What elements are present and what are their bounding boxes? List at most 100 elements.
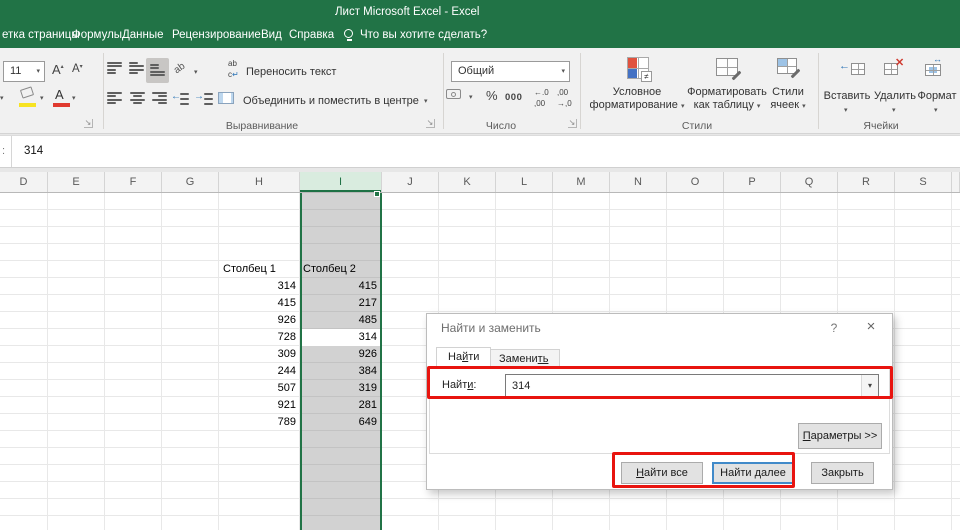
font-color-dropdown[interactable]: ▾ [72,94,76,102]
ribbon-tab-3[interactable]: Данные [122,22,164,48]
percent-style-button[interactable]: % [486,88,498,103]
cell-col1-value[interactable]: 728 [219,329,296,346]
cell-col2-value[interactable]: 384 [302,363,377,380]
column-header-O[interactable]: O [667,172,724,192]
find-what-label: Найти: [442,379,476,391]
tell-me-box[interactable]: Что вы хотите сделать? [360,22,487,48]
insert-button[interactable]: Вставить [824,90,871,103]
tab-replace[interactable]: Заменить [487,349,560,368]
alignment-dialog-launcher[interactable]: ↘ [426,119,435,128]
find-next-button[interactable]: Найти далее [712,462,794,484]
ribbon-tab-6[interactable]: Справка [289,22,334,48]
align-top-button[interactable] [107,62,123,74]
orientation-dropdown[interactable]: ▾ [194,68,198,76]
column-header-M[interactable]: M [553,172,610,192]
number-format-combobox[interactable]: Общий ▾ [451,61,570,82]
column-header-S[interactable]: S [895,172,952,192]
fill-color-dropdown[interactable]: ▾ [40,94,44,102]
formula-bar-value[interactable]: 314 [24,136,43,167]
column-header-P[interactable]: P [724,172,781,192]
number-dialog-launcher[interactable]: ↘ [568,119,577,128]
increase-indent-button[interactable]: → [194,90,204,102]
align-bottom-button[interactable] [150,64,166,76]
format-dropdown[interactable]: ▾ [934,106,938,114]
ribbon-tab-1[interactable]: етка страницы [2,22,80,48]
cell-col1-value[interactable]: 926 [219,312,296,329]
column-header-H[interactable]: H [219,172,300,192]
find-all-button[interactable]: Найти все [621,462,703,484]
conditional-formatting-button[interactable]: Условное форматирование ▾ [590,86,685,113]
format-as-table-button[interactable]: Форматировать как таблицу ▾ [687,86,767,113]
ribbon-tab-4[interactable]: Рецензирование [172,22,261,48]
cells-group-label: Ячейки [863,120,898,132]
comma-style-button[interactable]: 000 [505,92,522,103]
options-button[interactable]: Параметры >> [798,423,882,449]
increase-decimal-button[interactable]: ←.0 ,00 [534,89,549,109]
align-left-button[interactable] [107,92,123,104]
help-icon[interactable]: ? [827,321,841,335]
ribbon-tab-5[interactable]: Вид [261,22,282,48]
column-header-G[interactable]: G [162,172,219,192]
insert-dropdown[interactable]: ▾ [844,106,848,114]
cell-col1-value[interactable]: 415 [219,295,296,312]
align-middle-button[interactable] [129,62,145,74]
align-center-button[interactable] [129,92,145,104]
cell-col2-value[interactable]: 926 [302,346,377,363]
column-header-J[interactable]: J [382,172,439,192]
close-icon[interactable]: × [863,318,879,335]
font-size-combobox[interactable]: 11 ▾ [3,61,45,82]
column-header-N[interactable]: N [610,172,667,192]
selection-handle[interactable] [374,191,380,197]
cell-col1-value[interactable]: 309 [219,346,296,363]
format-button[interactable]: Формат [917,90,956,103]
cell-col1-value[interactable]: 244 [219,363,296,380]
delete-dropdown[interactable]: ▾ [892,106,896,114]
chevron-down-icon: ▾ [36,63,40,80]
cell-col2-header[interactable]: Столбец 2 [303,261,377,278]
cell-col2-value[interactable]: 415 [302,278,377,295]
delete-button[interactable]: Удалить [874,90,916,103]
font-color-swatch[interactable] [53,103,70,107]
accounting-format-icon[interactable] [446,89,461,99]
cell-col1-header[interactable]: Столбец 1 [223,261,297,278]
accounting-format-dropdown[interactable]: ▾ [469,93,473,101]
font-color-icon[interactable]: A [55,87,64,102]
fill-color-swatch[interactable] [19,103,36,107]
column-header-K[interactable]: K [439,172,496,192]
column-header-R[interactable]: R [838,172,895,192]
cell-styles-button[interactable]: Стили ячеек ▾ [770,86,805,113]
close-button[interactable]: Закрыть [811,462,874,484]
merge-center-dropdown[interactable]: ▾ [424,97,428,105]
font-dialog-launcher[interactable]: ↘ [84,119,93,128]
cell-col1-value[interactable]: 314 [219,278,296,295]
fill-color-icon[interactable] [20,86,34,98]
grow-font-button[interactable]: A▴ [52,62,64,77]
orientation-button[interactable]: ab [172,61,187,76]
column-header-E[interactable]: E [48,172,105,192]
ribbon-tab-2[interactable]: Формулы [72,22,122,48]
shrink-font-button[interactable]: A▾ [72,63,83,75]
tab-find[interactable]: Найти [436,347,491,368]
gridline [894,193,895,530]
merge-center-button[interactable]: Объединить и поместить в центре [243,95,419,107]
wrap-text-button[interactable]: Переносить текст [246,66,336,78]
cell-col2-value[interactable]: 281 [302,397,377,414]
cell-col1-value[interactable]: 507 [219,380,296,397]
column-header-Q[interactable]: Q [781,172,838,192]
cell-col1-value[interactable]: 789 [219,414,296,431]
find-what-combobox[interactable]: 314 ▾ [505,374,879,398]
cell-col2-value[interactable]: 485 [302,312,377,329]
column-header-I[interactable]: I [300,172,382,192]
cell-col2-value[interactable]: 649 [302,414,377,431]
column-header-F[interactable]: F [105,172,162,192]
column-header-partial[interactable] [952,172,960,192]
cell-col2-value[interactable]: 319 [302,380,377,397]
column-header-D[interactable]: D [0,172,48,192]
column-header-L[interactable]: L [496,172,553,192]
combobox-dropdown-button[interactable]: ▾ [861,375,878,397]
cell-col1-value[interactable]: 921 [219,397,296,414]
cell-col2-value[interactable]: 217 [302,295,377,312]
align-right-button[interactable] [151,92,167,104]
cell-col2-value[interactable]: 314 [302,329,377,346]
decrease-decimal-button[interactable]: ,00 →,0 [557,89,572,109]
